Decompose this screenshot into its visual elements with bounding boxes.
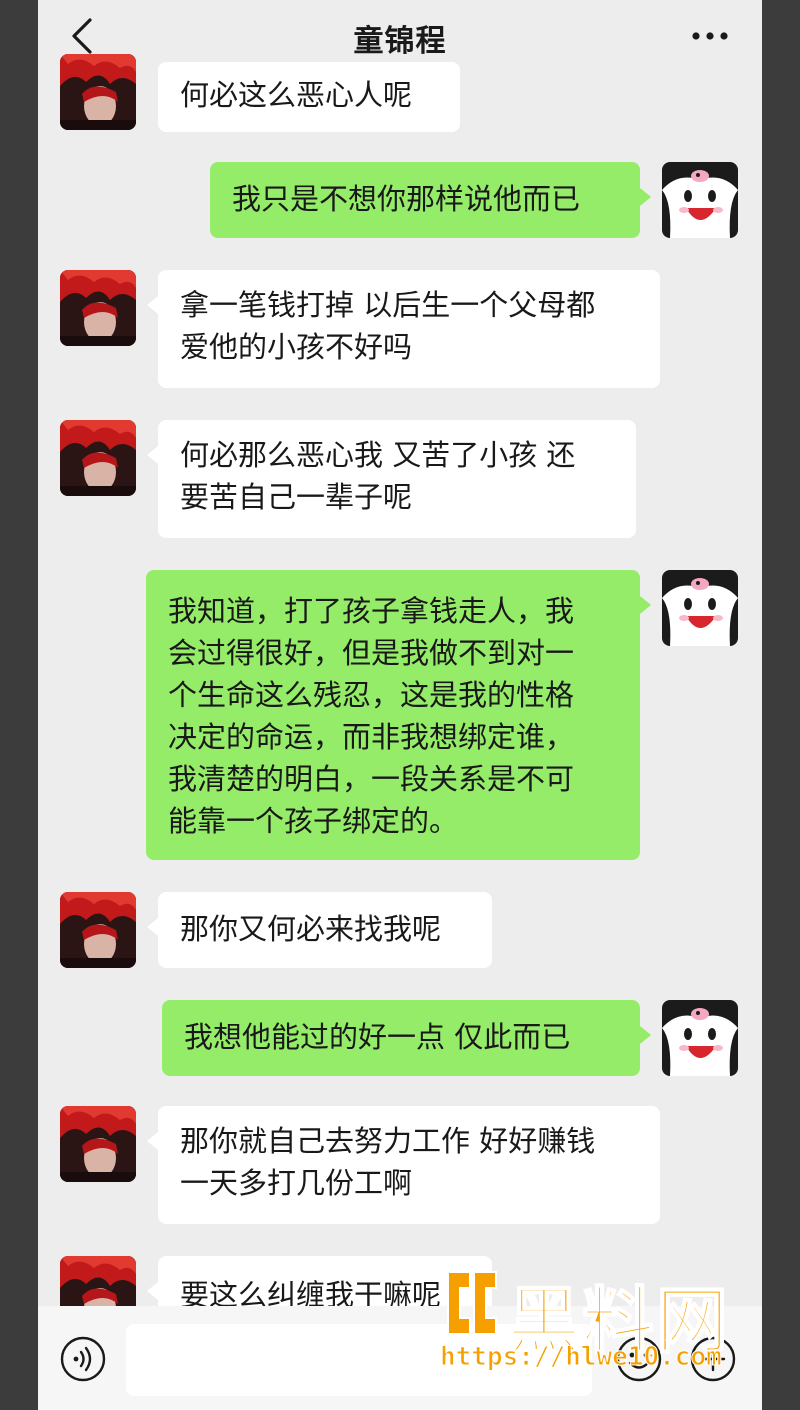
message-input[interactable] bbox=[126, 1324, 592, 1396]
plus-icon bbox=[690, 1336, 736, 1382]
my-avatar-image bbox=[662, 570, 738, 646]
chat-screen: 童锦程 何必这么恶心人呢 我只是不想你那样说他而已 拿一笔钱打掉 以后生一个父母… bbox=[38, 0, 762, 1410]
message-bubble[interactable]: 拿一笔钱打掉 以后生一个父母都 爱他的小孩不好吗 bbox=[158, 270, 660, 388]
my-avatar[interactable] bbox=[662, 162, 738, 238]
message-text: 决定的命运，而非我想绑定谁， bbox=[168, 720, 575, 754]
voice-button[interactable] bbox=[60, 1336, 106, 1382]
emoji-icon bbox=[616, 1336, 662, 1382]
message-text: 要苦自己一辈子呢 bbox=[180, 480, 413, 514]
message-text: 那你又何必来找我呢 bbox=[180, 912, 442, 946]
bubble-tail bbox=[147, 918, 158, 936]
contact-avatar[interactable] bbox=[60, 892, 136, 968]
message-text: 个生命这么残忍，这是我的性格 bbox=[168, 678, 575, 712]
voice-icon bbox=[60, 1336, 106, 1382]
message-text: 我清楚的明白，一段关系是不可 bbox=[168, 762, 575, 796]
message-text: 何必这么恶心人呢 bbox=[180, 78, 413, 112]
bubble-tail bbox=[147, 296, 158, 314]
contact-avatar[interactable] bbox=[60, 270, 136, 346]
page-title: 童锦程 bbox=[353, 24, 447, 59]
bubble-tail bbox=[147, 1282, 158, 1300]
ellipsis-icon bbox=[692, 32, 728, 40]
message-bubble[interactable]: 我知道，打了孩子拿钱走人，我 会过得很好，但是我做不到对一 个生命这么残忍，这是… bbox=[146, 570, 640, 860]
my-avatar-image bbox=[662, 162, 738, 238]
message-bubble[interactable]: 我只是不想你那样说他而已 bbox=[210, 162, 640, 238]
contact-avatar[interactable] bbox=[60, 1106, 136, 1182]
message-text: 拿一笔钱打掉 以后生一个父母都 bbox=[180, 288, 596, 322]
my-avatar[interactable] bbox=[662, 1000, 738, 1076]
my-avatar[interactable] bbox=[662, 570, 738, 646]
contact-avatar-image bbox=[60, 420, 136, 496]
input-bar bbox=[38, 1306, 762, 1410]
more-button[interactable] bbox=[688, 18, 732, 54]
bubble-tail bbox=[640, 1026, 651, 1044]
message-text: 会过得很好，但是我做不到对一 bbox=[168, 636, 575, 670]
bubble-tail bbox=[640, 596, 651, 614]
message-text: 何必那么恶心我 又苦了小孩 还 bbox=[180, 438, 576, 472]
message-bubble[interactable]: 我想他能过的好一点 仅此而已 bbox=[162, 1000, 640, 1076]
message-bubble[interactable]: 那你就自己去努力工作 好好赚钱 一天多打几份工啊 bbox=[158, 1106, 660, 1224]
contact-avatar-image bbox=[60, 54, 136, 130]
message-bubble[interactable]: 何必这么恶心人呢 bbox=[158, 62, 460, 132]
contact-avatar-image bbox=[60, 1106, 136, 1182]
message-bubble[interactable]: 那你又何必来找我呢 bbox=[158, 892, 492, 968]
message-bubble[interactable]: 何必那么恶心我 又苦了小孩 还 要苦自己一辈子呢 bbox=[158, 420, 636, 538]
bubble-tail bbox=[640, 188, 651, 206]
message-text: 我知道，打了孩子拿钱走人，我 bbox=[168, 594, 575, 628]
message-text: 能靠一个孩子绑定的。 bbox=[168, 804, 459, 838]
contact-avatar-image bbox=[60, 892, 136, 968]
bubble-tail bbox=[147, 1132, 158, 1150]
message-text: 我想他能过的好一点 仅此而已 bbox=[184, 1020, 571, 1054]
message-text: 爱他的小孩不好吗 bbox=[180, 330, 413, 364]
bubble-tail bbox=[147, 446, 158, 464]
message-text: 那你就自己去努力工作 好好赚钱 bbox=[180, 1124, 596, 1158]
message-text: 一天多打几份工啊 bbox=[180, 1166, 413, 1200]
plus-button[interactable] bbox=[690, 1336, 736, 1382]
emoji-button[interactable] bbox=[616, 1336, 662, 1382]
contact-avatar-image bbox=[60, 270, 136, 346]
my-avatar-image bbox=[662, 1000, 738, 1076]
message-text: 我只是不想你那样说他而已 bbox=[232, 182, 581, 216]
contact-avatar[interactable] bbox=[60, 420, 136, 496]
contact-avatar[interactable] bbox=[60, 54, 136, 130]
